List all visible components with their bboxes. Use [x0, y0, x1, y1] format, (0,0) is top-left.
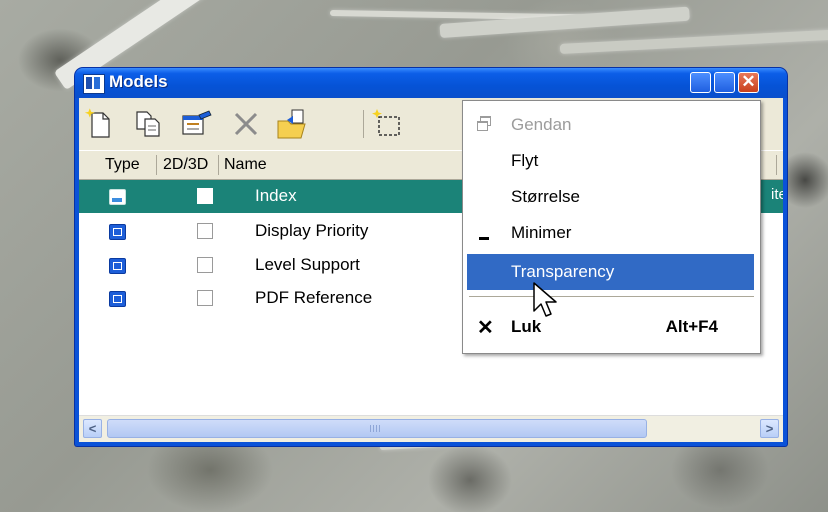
menu-item-restore: Gendan — [467, 107, 754, 143]
window-title: Models — [109, 72, 168, 91]
edit-properties-icon[interactable] — [179, 107, 213, 141]
design-model-icon — [109, 258, 126, 274]
column-divider[interactable] — [218, 155, 219, 175]
close-button[interactable]: ✕ — [738, 72, 759, 93]
scrollbar-grip — [370, 425, 380, 432]
menu-item-label: Flyt — [511, 151, 539, 170]
clipped-column-text: ite — [771, 186, 783, 203]
dimension-checkbox[interactable] — [197, 223, 213, 239]
menu-item-label: Gendan — [511, 115, 572, 134]
sheet-model-icon — [109, 189, 126, 205]
window-system-menu: Gendan Flyt Størrelse Minimer Transparen… — [462, 100, 761, 354]
mouse-pointer-icon — [533, 282, 557, 317]
minimize-icon — [479, 237, 489, 240]
menu-item-close[interactable]: ✕ Luk Alt+F4 — [467, 309, 754, 345]
menu-item-label: Transparency — [511, 262, 615, 281]
minimize-button[interactable] — [690, 72, 711, 93]
column-header-name[interactable]: Name — [224, 156, 267, 174]
road — [559, 29, 828, 54]
design-model-icon — [109, 291, 126, 307]
column-divider[interactable] — [156, 155, 157, 175]
design-model-icon — [109, 224, 126, 240]
dimension-checkbox[interactable] — [197, 188, 213, 204]
model-name: Index — [255, 186, 297, 205]
model-name: Display Priority — [255, 221, 369, 240]
menu-item-transparency[interactable]: Transparency — [467, 254, 754, 290]
horizontal-scrollbar[interactable]: < > — [79, 415, 783, 442]
new-model-icon[interactable] — [83, 107, 117, 141]
dimension-checkbox[interactable] — [197, 290, 213, 306]
scroll-left-button[interactable]: < — [83, 419, 102, 438]
delete-icon[interactable] — [229, 107, 263, 141]
model-name: PDF Reference — [255, 288, 373, 307]
window-titlebar[interactable]: Models ✕ — [75, 68, 787, 98]
select-area-icon[interactable] — [371, 107, 405, 141]
dimension-checkbox[interactable] — [197, 257, 213, 273]
model-name: Level Support — [255, 255, 360, 274]
menu-item-label: Størrelse — [511, 187, 580, 206]
maximize-button[interactable] — [714, 72, 735, 93]
copy-model-icon[interactable] — [131, 107, 165, 141]
import-icon[interactable] — [275, 107, 309, 141]
restore-icon — [477, 116, 491, 131]
scrollbar-thumb[interactable] — [107, 419, 647, 438]
menu-item-size[interactable]: Størrelse — [467, 179, 754, 215]
scroll-right-button[interactable]: > — [760, 419, 779, 438]
menu-item-move[interactable]: Flyt — [467, 143, 754, 179]
menu-item-minimize[interactable]: Minimer — [467, 215, 754, 251]
microstation-app-icon[interactable] — [83, 74, 105, 94]
close-icon: ✕ — [477, 317, 494, 339]
column-header-2d3d[interactable]: 2D/3D — [163, 156, 208, 174]
menu-separator — [469, 296, 754, 297]
road — [439, 6, 690, 38]
menu-item-label: Minimer — [511, 223, 572, 242]
toolbar-separator — [363, 110, 364, 138]
menu-item-shortcut: Alt+F4 — [665, 317, 718, 336]
column-divider[interactable] — [776, 155, 777, 175]
column-header-type[interactable]: Type — [105, 156, 140, 174]
